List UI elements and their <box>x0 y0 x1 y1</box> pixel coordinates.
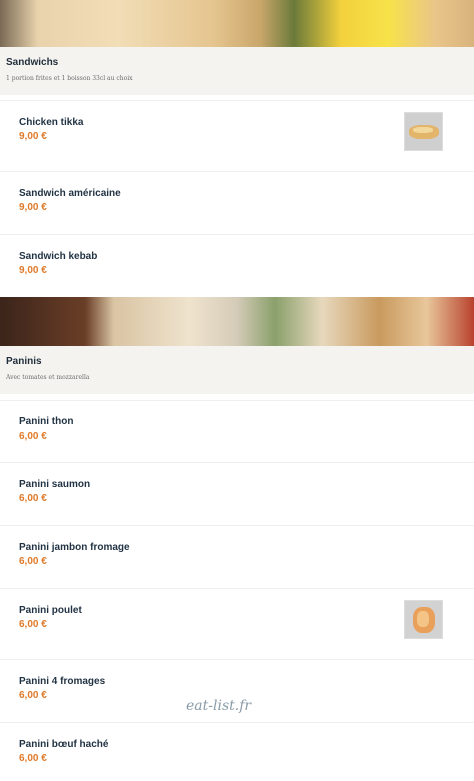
category-title: Sandwichs <box>6 57 59 68</box>
category-subtitle: Avec tomates et mozzarella <box>6 374 90 381</box>
item-thumbnail[interactable] <box>404 600 443 639</box>
category-header-paninis: Paninis Avec tomates et mozzarella <box>0 346 474 394</box>
menu-item-panini-boeuf-hache[interactable]: Panini bœuf haché 6,00 € <box>0 722 474 781</box>
item-name: Panini saumon <box>19 479 91 490</box>
menu-item-panini-poulet[interactable]: Panini poulet 6,00 € <box>0 588 474 655</box>
paninis-banner-image <box>0 297 474 346</box>
item-price: 9,00 € <box>19 202 47 213</box>
item-name: Panini bœuf haché <box>19 739 109 750</box>
item-price: 6,00 € <box>19 690 47 701</box>
menu-item-sandwich-americaine[interactable]: Sandwich américaine 9,00 € <box>0 171 474 230</box>
item-price: 6,00 € <box>19 556 47 567</box>
menu-item-panini-saumon[interactable]: Panini saumon 6,00 € <box>0 462 474 521</box>
item-price: 6,00 € <box>19 753 47 764</box>
item-price: 9,00 € <box>19 131 47 142</box>
item-name: Panini 4 fromages <box>19 676 106 687</box>
item-name: Sandwich kebab <box>19 251 98 262</box>
category-subtitle: 1 portion frites et 1 boisson 33cl au ch… <box>6 75 133 82</box>
item-name: Panini jambon fromage <box>19 542 130 553</box>
item-name: Chicken tikka <box>19 117 84 128</box>
category-title: Paninis <box>6 356 42 367</box>
item-thumbnail[interactable] <box>404 112 443 151</box>
item-price: 6,00 € <box>19 493 47 504</box>
item-price: 6,00 € <box>19 431 47 442</box>
item-name: Panini poulet <box>19 605 82 616</box>
watermark-text: eat-list.fr <box>186 698 252 714</box>
item-name: Panini thon <box>19 416 74 427</box>
menu-item-chicken-tikka[interactable]: Chicken tikka 9,00 € <box>0 100 474 167</box>
menu-item-panini-thon[interactable]: Panini thon 6,00 € <box>0 400 474 458</box>
menu-item-panini-jambon-fromage[interactable]: Panini jambon fromage 6,00 € <box>0 525 474 584</box>
sandwichs-banner-image <box>0 0 474 47</box>
category-header-sandwichs: Sandwichs 1 portion frites et 1 boisson … <box>0 47 474 95</box>
item-price: 6,00 € <box>19 619 47 630</box>
menu-item-sandwich-kebab[interactable]: Sandwich kebab 9,00 € <box>0 234 474 294</box>
item-name: Sandwich américaine <box>19 188 121 199</box>
item-price: 9,00 € <box>19 265 47 276</box>
